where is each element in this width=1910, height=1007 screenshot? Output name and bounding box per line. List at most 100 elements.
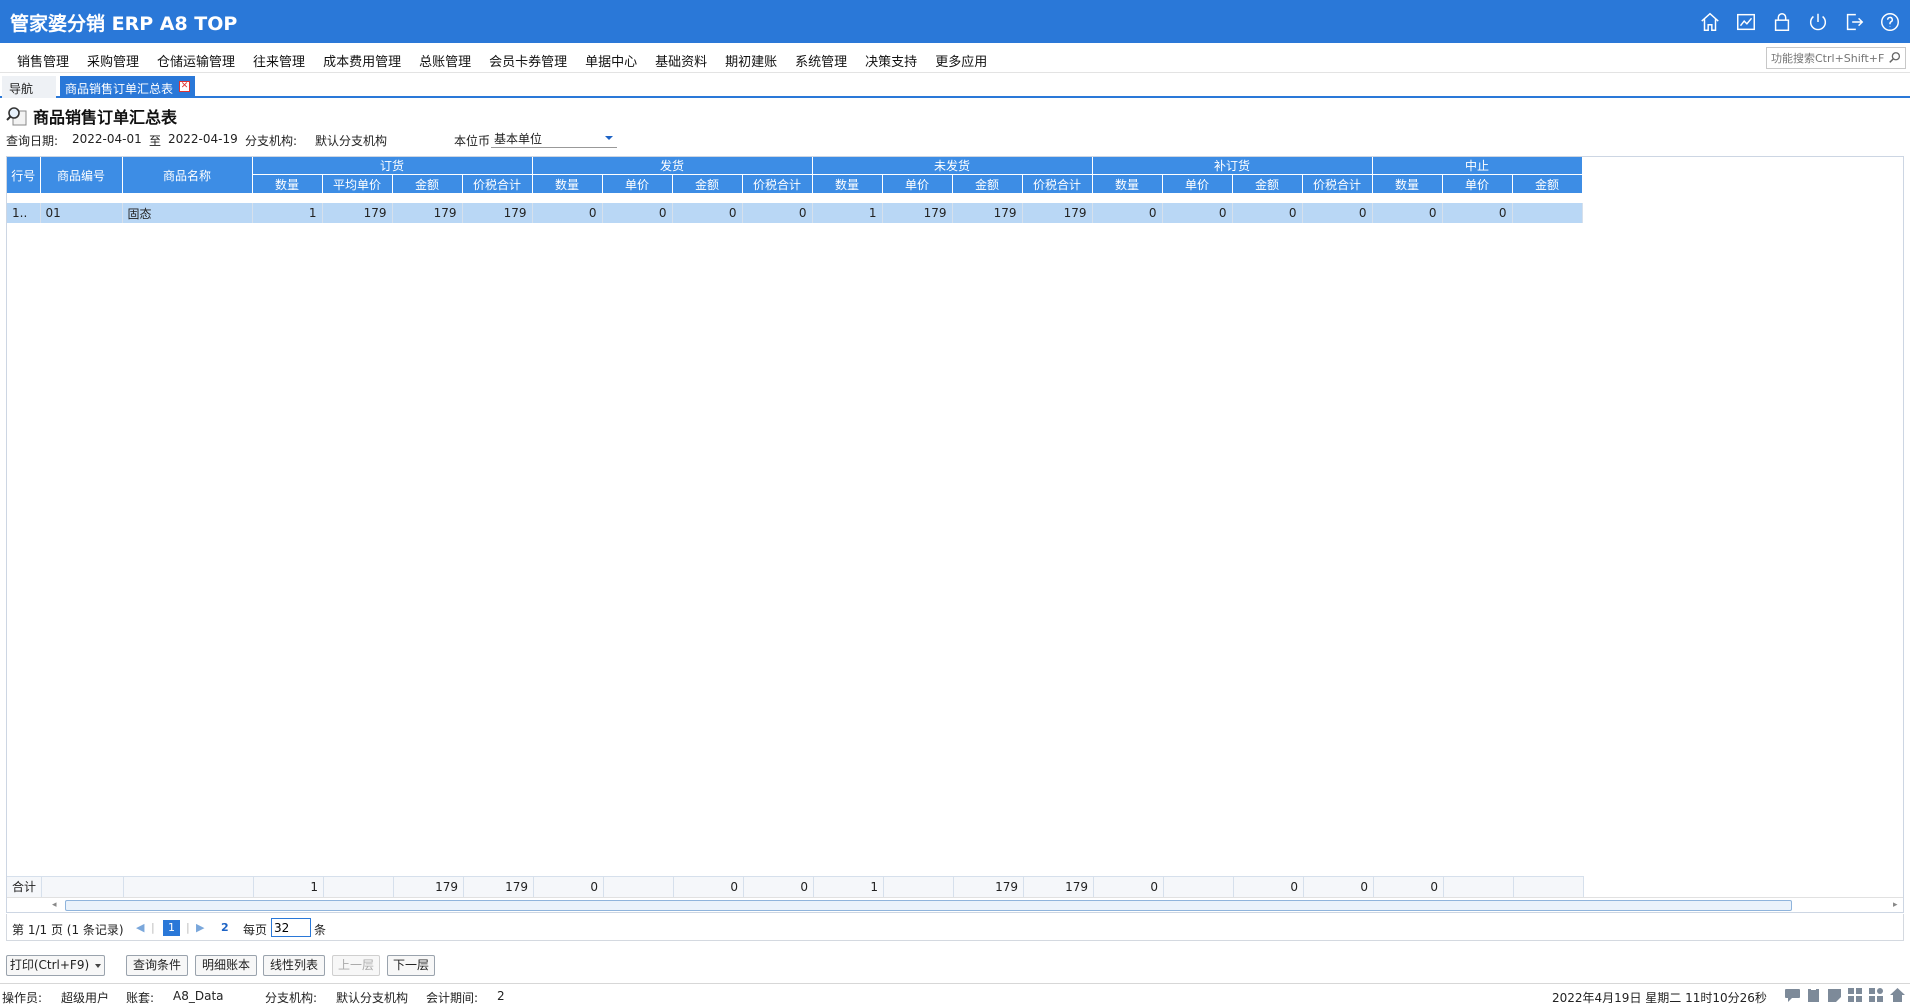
home-icon[interactable] (1698, 10, 1722, 34)
column-header[interactable]: 单价 (882, 174, 953, 194)
column-header[interactable]: 价税合计 (742, 174, 813, 194)
next-page-icon[interactable]: ▶ (196, 921, 204, 934)
grid-icon[interactable] (1847, 987, 1864, 1003)
column-header[interactable]: 单价 (1442, 174, 1513, 194)
table-cell[interactable]: 0 (1162, 203, 1233, 223)
help-icon[interactable] (1878, 10, 1902, 34)
current-page[interactable]: 1 (163, 920, 180, 936)
page-separator: | (151, 921, 155, 934)
column-header[interactable]: 商品名称 (122, 157, 253, 194)
scrollbar-thumb[interactable] (65, 900, 1792, 911)
column-header[interactable]: 数量 (1092, 174, 1163, 194)
column-header[interactable]: 单价 (602, 174, 673, 194)
menu-item-6[interactable]: 会员卡券管理 (480, 51, 576, 70)
column-header[interactable]: 单价 (1162, 174, 1233, 194)
column-header[interactable]: 价税合计 (1022, 174, 1093, 194)
line-list-button[interactable]: 线性列表 (263, 955, 325, 976)
table-cell[interactable]: 0 (1302, 203, 1373, 223)
query-conditions-button[interactable]: 查询条件 (126, 955, 188, 976)
cell-name[interactable]: 固态 (122, 203, 253, 223)
menu-item-0[interactable]: 销售管理 (8, 51, 78, 70)
pagination: 第 1/1 页 (1 条记录) ◀ | 1 | ▶ 2 每页 条 (6, 914, 1904, 941)
cell-code[interactable]: 01 (40, 203, 123, 223)
menu-item-11[interactable]: 决策支持 (856, 51, 926, 70)
search-icon[interactable] (1888, 51, 1902, 65)
status-bar: 操作员: 超级用户 账套: A8_Data 分支机构: 默认分支机构 会计期间:… (0, 983, 1910, 1007)
table-cell[interactable]: 0 (1442, 203, 1513, 223)
currency-select[interactable]: 基本单位 (491, 128, 617, 148)
column-header[interactable]: 行号 (7, 157, 41, 194)
prev-page-icon[interactable]: ◀ (136, 921, 144, 934)
table-cell[interactable]: 0 (742, 203, 813, 223)
function-search-input[interactable] (1767, 48, 1885, 68)
column-header[interactable]: 数量 (252, 174, 323, 194)
column-header[interactable]: 金额 (672, 174, 743, 194)
refresh-icon[interactable]: 2 (221, 921, 229, 934)
column-header[interactable]: 平均单价 (322, 174, 393, 194)
apps-icon[interactable] (1868, 987, 1885, 1003)
clipboard-icon[interactable] (1805, 987, 1822, 1003)
column-group-header: 中止 (1372, 157, 1583, 175)
period-label: 会计期间: (426, 991, 479, 1005)
horizontal-scrollbar[interactable]: ◂ ▸ (7, 897, 1903, 912)
table-cell[interactable]: 0 (1372, 203, 1443, 223)
table-cell[interactable]: 1 (812, 203, 883, 223)
function-search[interactable] (1766, 47, 1906, 69)
column-group-header: 未发货 (812, 157, 1093, 175)
menu-item-1[interactable]: 采购管理 (78, 51, 148, 70)
menu-item-9[interactable]: 期初建账 (716, 51, 786, 70)
table-cell[interactable] (1512, 203, 1583, 223)
exit-icon[interactable] (1842, 10, 1866, 34)
menu-item-3[interactable]: 往来管理 (244, 51, 314, 70)
cell-row-no[interactable]: 1.. (7, 203, 41, 223)
table-cell[interactable]: 179 (462, 203, 533, 223)
table-cell[interactable]: 179 (882, 203, 953, 223)
table-cell[interactable]: 179 (952, 203, 1023, 223)
table-cell[interactable]: 0 (1092, 203, 1163, 223)
menu-item-10[interactable]: 系统管理 (786, 51, 856, 70)
column-header[interactable]: 数量 (1372, 174, 1443, 194)
tab-sales-order-summary[interactable]: 商品销售订单汇总表 ✕ (60, 76, 196, 98)
table-row[interactable]: 1.. 01 固态 1 179 179 179 0 0 0 0 1 179 179 179 0 0 0 0 0 0 (7, 203, 1583, 223)
menu-item-12[interactable]: 更多应用 (926, 51, 996, 70)
column-header[interactable]: 金额 (1512, 174, 1583, 194)
table-cell[interactable]: 1 (252, 203, 323, 223)
table-cell[interactable]: 0 (602, 203, 673, 223)
table-cell[interactable]: 179 (322, 203, 393, 223)
page-info: 第 1/1 页 (1 条记录) (12, 923, 124, 937)
table-cell[interactable]: 0 (672, 203, 743, 223)
column-header[interactable]: 金额 (952, 174, 1023, 194)
home-small-icon[interactable] (1889, 987, 1906, 1003)
column-header[interactable]: 数量 (532, 174, 603, 194)
menu-item-7[interactable]: 单据中心 (576, 51, 646, 70)
column-header[interactable]: 金额 (1232, 174, 1303, 194)
scroll-left-icon[interactable]: ◂ (52, 900, 57, 910)
menu-item-2[interactable]: 仓储运输管理 (148, 51, 244, 70)
close-icon[interactable]: ✕ (179, 81, 191, 92)
per-page-input[interactable] (271, 918, 311, 937)
tab-navigation[interactable]: 导航 (2, 76, 56, 98)
level-down-button[interactable]: 下一层 (387, 955, 435, 976)
table-cell[interactable]: 0 (532, 203, 603, 223)
column-header[interactable]: 金额 (392, 174, 463, 194)
scroll-right-icon[interactable]: ▸ (1893, 900, 1898, 910)
menu-item-4[interactable]: 成本费用管理 (314, 51, 410, 70)
menu-item-5[interactable]: 总账管理 (410, 51, 480, 70)
print-button[interactable]: 打印(Ctrl+F9) (6, 955, 105, 976)
table-cell[interactable]: 179 (1022, 203, 1093, 223)
column-header[interactable]: 价税合计 (462, 174, 533, 194)
level-up-button[interactable]: 上一层 (332, 955, 380, 976)
column-header[interactable]: 价税合计 (1302, 174, 1373, 194)
chart-icon[interactable] (1734, 10, 1758, 34)
column-header[interactable]: 数量 (812, 174, 883, 194)
detail-ledger-button[interactable]: 明细账本 (195, 955, 257, 976)
note-icon[interactable] (1826, 987, 1843, 1003)
column-header[interactable]: 商品编号 (40, 157, 123, 194)
totals-label: 合计 (7, 876, 43, 897)
lock-icon[interactable] (1770, 10, 1794, 34)
menu-item-8[interactable]: 基础资料 (646, 51, 716, 70)
table-cell[interactable]: 0 (1232, 203, 1303, 223)
table-cell[interactable]: 179 (392, 203, 463, 223)
message-icon[interactable] (1784, 987, 1801, 1003)
power-icon[interactable] (1806, 10, 1830, 34)
